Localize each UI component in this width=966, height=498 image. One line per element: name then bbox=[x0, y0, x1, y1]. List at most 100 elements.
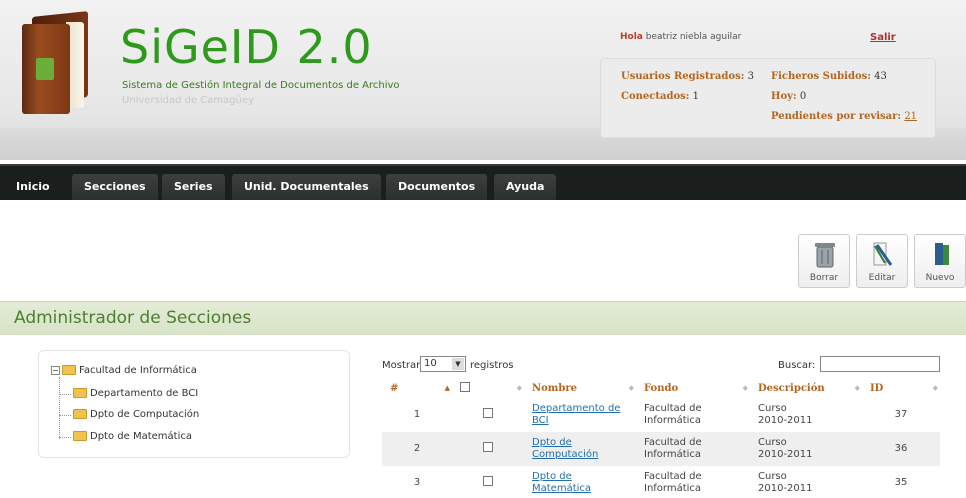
pencil-icon bbox=[873, 242, 893, 266]
column-header-id[interactable]: ID ◆ bbox=[862, 378, 940, 398]
table-row: 3 Dpto de Matemática Facultad de Informáti… bbox=[382, 466, 940, 498]
tree-node-label: Dpto de Matemática bbox=[90, 431, 192, 442]
book-icon bbox=[22, 11, 94, 114]
row-checkbox[interactable] bbox=[483, 476, 493, 486]
section-header: Administrador de Secciones bbox=[0, 301, 966, 335]
stat-registered-value: 3 bbox=[747, 71, 754, 82]
search-label: Buscar: bbox=[778, 360, 816, 371]
row-fondo: Facultad de Informática bbox=[636, 398, 750, 432]
app-subtitle: Sistema de Gestión Integral de Documento… bbox=[122, 80, 400, 91]
row-name-link[interactable]: Dpto de Matemática bbox=[532, 471, 591, 494]
sort-icon: ◆ bbox=[932, 383, 938, 392]
sort-icon: ◆ bbox=[516, 383, 522, 392]
folder-icon bbox=[73, 409, 87, 419]
sections-table-panel: Mostrar 10 ▼ registros Buscar: # ▲ ◆ Nom… bbox=[382, 356, 956, 498]
row-checkbox[interactable] bbox=[483, 442, 493, 452]
logout-link[interactable]: Salir bbox=[870, 32, 896, 43]
nav-ayuda[interactable]: Ayuda bbox=[494, 174, 557, 202]
minus-toggle-icon[interactable]: − bbox=[51, 365, 60, 375]
delete-button-label: Borrar bbox=[809, 273, 839, 283]
tree-node-root[interactable]: − Facultad de Informática bbox=[51, 365, 197, 376]
nav-documentos[interactable]: Documentos bbox=[386, 174, 488, 202]
tree-node-child[interactable]: Dpto de Computación bbox=[73, 409, 199, 420]
trash-icon bbox=[815, 243, 835, 268]
column-header-descripcion[interactable]: Descripción ◆ bbox=[750, 378, 862, 398]
row-id: 37 bbox=[862, 398, 940, 432]
folder-icon bbox=[62, 365, 76, 375]
row-fondo: Facultad de Informática bbox=[636, 466, 750, 498]
toolbar: Borrar Editar Nuevo bbox=[0, 200, 966, 296]
select-all-checkbox[interactable] bbox=[460, 381, 470, 392]
row-name-link[interactable]: Dpto de Computación bbox=[532, 437, 598, 460]
chevron-down-icon[interactable]: ▼ bbox=[452, 358, 464, 370]
new-button-label: Nuevo bbox=[925, 273, 955, 283]
sections-tree: − Facultad de Informática Departamento de… bbox=[38, 350, 350, 458]
stat-pending-label: Pendientes por revisar: bbox=[771, 111, 902, 122]
app-header: SiGeID 2.0 Sistema de Gestión Integral d… bbox=[0, 0, 966, 160]
table-row: 2 Dpto de Computación Facultad de Informát… bbox=[382, 432, 940, 466]
tree-node-child[interactable]: Departamento de BCI bbox=[73, 388, 198, 399]
nav-unid-documentales[interactable]: Unid. Documentales bbox=[232, 174, 381, 202]
stat-today-value: 0 bbox=[799, 91, 807, 102]
nav-inicio[interactable]: Inicio bbox=[4, 174, 62, 202]
row-name-link[interactable]: Departamento de BCI bbox=[532, 403, 620, 426]
tree-node-label: Dpto de Computación bbox=[90, 409, 200, 420]
sort-asc-icon: ▲ bbox=[444, 383, 450, 392]
stat-uploaded-label: Ficheros Subidos: bbox=[771, 71, 871, 82]
row-descripcion: Curso 2010-2011 bbox=[750, 398, 862, 432]
column-header-nombre[interactable]: Nombre ◆ bbox=[524, 378, 636, 398]
table-row: 1 Departamento de BCI Facultad de Informát… bbox=[382, 398, 940, 432]
stat-today-label: Hoy: bbox=[771, 91, 797, 102]
stat-uploaded-value: 43 bbox=[874, 71, 887, 82]
row-checkbox[interactable] bbox=[483, 408, 493, 418]
row-descripcion: Curso 2010-2011 bbox=[750, 466, 862, 498]
page-size-select[interactable]: 10 ▼ bbox=[420, 356, 466, 372]
sort-icon: ◆ bbox=[742, 383, 748, 392]
edit-button[interactable]: Editar bbox=[856, 234, 908, 288]
folder-icon bbox=[73, 388, 87, 398]
nav-series[interactable]: Series bbox=[162, 174, 225, 202]
search-input[interactable] bbox=[820, 356, 940, 372]
row-descripcion: Curso 2010-2011 bbox=[750, 432, 862, 466]
tree-node-label: Facultad de Informática bbox=[79, 365, 197, 376]
nav-secciones[interactable]: Secciones bbox=[72, 174, 158, 202]
stat-connected-value: 1 bbox=[692, 91, 699, 102]
row-fondo: Facultad de Informática bbox=[636, 432, 750, 466]
user-greeting: Hola beatriz niebla aguilar bbox=[620, 32, 741, 42]
tree-node-child[interactable]: Dpto de Matemática bbox=[73, 431, 192, 442]
stat-pending-link[interactable]: 21 bbox=[904, 111, 917, 122]
column-header-num[interactable]: # ▲ bbox=[382, 378, 452, 398]
stats-panel: Usuarios Registrados: 3 Conectados: 1 Fi… bbox=[600, 58, 936, 138]
new-document-icon bbox=[935, 243, 949, 265]
row-number: 1 bbox=[382, 398, 452, 432]
column-header-select[interactable]: ◆ bbox=[452, 378, 524, 398]
column-header-fondo[interactable]: Fondo ◆ bbox=[636, 378, 750, 398]
stat-connected-label: Conectados: bbox=[621, 91, 690, 102]
new-button[interactable]: Nuevo bbox=[914, 234, 966, 288]
folder-icon bbox=[73, 431, 87, 441]
edit-button-label: Editar bbox=[868, 273, 896, 283]
stat-uploaded: Ficheros Subidos: 43 bbox=[771, 71, 887, 82]
user-name: beatriz niebla aguilar bbox=[645, 32, 742, 42]
stat-pending: Pendientes por revisar: 21 bbox=[771, 111, 917, 122]
table-header-row: # ▲ ◆ Nombre ◆ Fondo ◆ Descripción ◆ ID … bbox=[382, 378, 940, 398]
stat-registered-label: Usuarios Registrados: bbox=[621, 71, 745, 82]
row-id: 36 bbox=[862, 432, 940, 466]
main-nav: Inicio Secciones Series Unid. Documental… bbox=[0, 164, 966, 202]
app-title: SiGeID 2.0 bbox=[120, 20, 373, 74]
stat-today: Hoy: 0 bbox=[771, 91, 806, 102]
row-number: 2 bbox=[382, 432, 452, 466]
row-id: 35 bbox=[862, 466, 940, 498]
sort-icon: ◆ bbox=[854, 383, 860, 392]
delete-button[interactable]: Borrar bbox=[798, 234, 850, 288]
sections-table: # ▲ ◆ Nombre ◆ Fondo ◆ Descripción ◆ ID … bbox=[382, 378, 940, 498]
greeting-label: Hola bbox=[620, 32, 643, 42]
section-title: Administrador de Secciones bbox=[14, 308, 252, 328]
tree-node-label: Departamento de BCI bbox=[90, 388, 199, 399]
page-size-label: Mostrar bbox=[382, 360, 421, 371]
sort-icon: ◆ bbox=[628, 383, 634, 392]
records-label: registros bbox=[470, 360, 514, 371]
stat-registered: Usuarios Registrados: 3 bbox=[621, 71, 754, 82]
row-number: 3 bbox=[382, 466, 452, 498]
app-institution: Universidad de Camagüey bbox=[122, 95, 255, 106]
